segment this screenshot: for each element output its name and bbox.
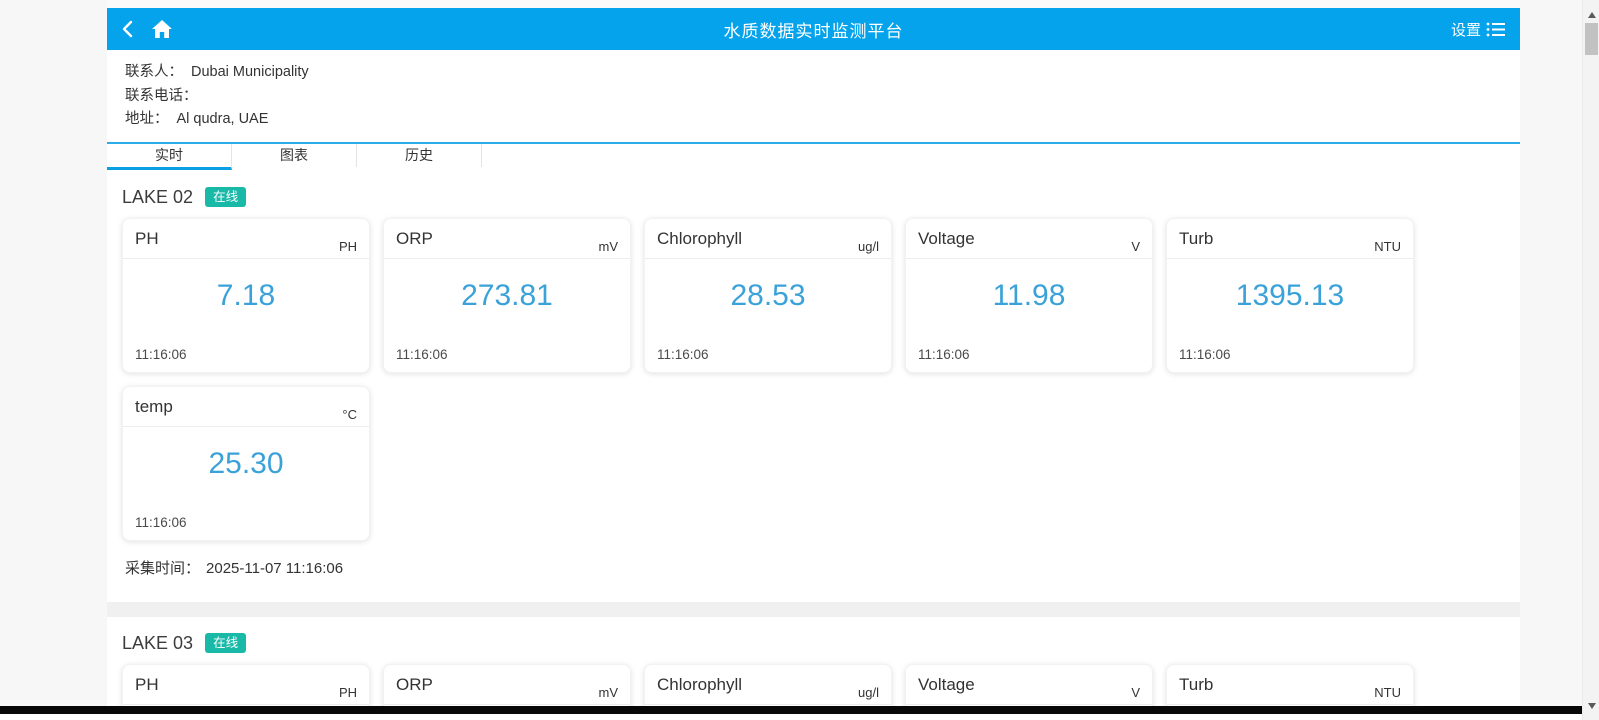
contact-value: Dubai Municipality bbox=[191, 64, 309, 80]
sensor-name: temp bbox=[135, 396, 173, 416]
sensor-value: 273.81 bbox=[461, 278, 553, 312]
scrollbar-thumb[interactable] bbox=[1585, 23, 1598, 55]
sensor-name: Voltage bbox=[918, 674, 975, 694]
app-container: 水质数据实时监测平台 设置 联系人： Dubai Municipality 联系… bbox=[107, 0, 1520, 720]
sensor-card-header: temp °C bbox=[123, 387, 369, 427]
bottom-edge bbox=[0, 714, 1582, 720]
sensor-unit: ug/l bbox=[858, 238, 879, 254]
station-name: LAKE 02 bbox=[122, 186, 194, 207]
sensor-card: Turb NTU 1395.13 11:16:06 bbox=[1166, 217, 1414, 373]
stations-list: LAKE 02 在线 PH PH 7.18 11:16:06 ORP mV 273.81 11:1… bbox=[107, 170, 1520, 720]
sensor-name: ORP bbox=[396, 674, 433, 694]
sensor-name: ORP bbox=[396, 228, 433, 248]
home-icon[interactable] bbox=[151, 19, 173, 39]
sensor-timestamp: 11:16:06 bbox=[918, 346, 970, 362]
sensor-value: 7.18 bbox=[216, 278, 276, 312]
sensor-card: temp °C 25.30 11:16:06 bbox=[122, 385, 370, 541]
phone-label: 联系电话： bbox=[125, 87, 198, 104]
scrollbar-down-arrow[interactable] bbox=[1583, 699, 1599, 713]
sensor-timestamp: 11:16:06 bbox=[135, 346, 187, 362]
vertical-scrollbar[interactable] bbox=[1582, 0, 1599, 720]
sensor-unit: V bbox=[1131, 238, 1140, 254]
sensor-unit: °C bbox=[342, 406, 357, 422]
tab-bar: 实时 图表 历史 bbox=[107, 143, 1520, 171]
sensor-card-header: Chlorophyll ug/l bbox=[645, 665, 891, 705]
sensor-card: Chlorophyll ug/l 28.53 11:16:06 bbox=[644, 217, 892, 373]
address-value: Al qudra, UAE bbox=[176, 111, 269, 127]
tab-realtime[interactable]: 实时 bbox=[107, 143, 232, 170]
sensor-name: Chlorophyll bbox=[657, 674, 743, 694]
sensor-value: 25.30 bbox=[208, 446, 284, 480]
contact-label: 联系人： bbox=[125, 64, 183, 80]
sensor-name: PH bbox=[135, 228, 159, 248]
sensor-unit: PH bbox=[338, 684, 357, 700]
sensor-timestamp: 11:16:06 bbox=[135, 514, 187, 530]
sensor-card: ORP mV 273.81 11:16:06 bbox=[383, 217, 631, 373]
sensor-card-header: Voltage V bbox=[906, 665, 1152, 705]
collect-time-label: 采集时间： bbox=[125, 559, 201, 577]
sensor-unit: NTU bbox=[1374, 238, 1401, 254]
section-gap bbox=[107, 601, 1520, 617]
settings-label: 设置 bbox=[1450, 21, 1481, 39]
station-name: LAKE 03 bbox=[122, 632, 194, 653]
address-label: 地址： bbox=[125, 111, 169, 127]
sensor-card: PH PH 7.18 11:16:06 bbox=[122, 217, 370, 373]
page-title: 水质数据实时监测平台 bbox=[723, 21, 904, 41]
sensor-timestamp: 11:16:06 bbox=[1179, 346, 1231, 362]
online-status-badge: 在线 bbox=[205, 632, 247, 654]
address-row: 地址： Al qudra, UAE bbox=[125, 108, 1502, 132]
sensor-card-header: ORP mV bbox=[384, 219, 630, 259]
sensor-value: 1395.13 bbox=[1235, 278, 1345, 312]
back-icon[interactable] bbox=[119, 19, 137, 39]
station-section: LAKE 02 在线 PH PH 7.18 11:16:06 ORP mV 273.81 11:1… bbox=[107, 170, 1520, 602]
sensor-name: Chlorophyll bbox=[657, 228, 743, 248]
sensor-name: Turb bbox=[1179, 228, 1214, 248]
tab-chart[interactable]: 图表 bbox=[232, 143, 357, 167]
sensor-timestamp: 11:16:06 bbox=[657, 346, 709, 362]
settings-button[interactable]: 设置 bbox=[1451, 8, 1506, 50]
station-section: LAKE 03 在线 PH PH ORP mV Chlorophyll ug/l Voltage… bbox=[107, 616, 1520, 720]
sensor-unit: mV bbox=[598, 684, 619, 700]
collect-time-row: 采集时间： 2025-11-07 11:16:06 bbox=[122, 557, 1505, 578]
bottom-bar bbox=[0, 706, 1582, 714]
scrollbar-up-arrow[interactable] bbox=[1583, 8, 1599, 22]
top-header-bar: 水质数据实时监测平台 设置 bbox=[107, 8, 1520, 50]
sensor-value: 11.98 bbox=[992, 278, 1066, 312]
sensor-timestamp: 11:16:06 bbox=[396, 346, 448, 362]
phone-row: 联系电话： bbox=[125, 85, 1502, 109]
tab-history[interactable]: 历史 bbox=[357, 143, 482, 167]
sensor-card-header: Turb NTU bbox=[1167, 665, 1413, 705]
menu-list-icon bbox=[1486, 21, 1506, 38]
sensor-value: 28.53 bbox=[730, 278, 806, 312]
header-left-icons bbox=[119, 8, 173, 50]
sensor-card-header: Voltage V bbox=[906, 219, 1152, 259]
top-gap bbox=[107, 0, 1520, 8]
contact-row: 联系人： Dubai Municipality bbox=[125, 61, 1502, 85]
station-header: LAKE 02 在线 bbox=[122, 187, 1505, 208]
collect-time-value: 2025-11-07 11:16:06 bbox=[206, 559, 344, 577]
sensor-cards-grid: PH PH 7.18 11:16:06 ORP mV 273.81 11:16:06 Chlor… bbox=[122, 217, 1505, 541]
sensor-name: Voltage bbox=[918, 228, 975, 248]
sensor-card-header: ORP mV bbox=[384, 665, 630, 705]
sensor-unit: NTU bbox=[1374, 684, 1401, 700]
station-header: LAKE 03 在线 bbox=[122, 633, 1505, 654]
sensor-unit: V bbox=[1131, 684, 1140, 700]
sensor-unit: mV bbox=[598, 238, 619, 254]
sensor-unit: ug/l bbox=[858, 684, 879, 700]
sensor-name: Turb bbox=[1179, 674, 1214, 694]
sensor-card: Voltage V 11.98 11:16:06 bbox=[905, 217, 1153, 373]
online-status-badge: 在线 bbox=[205, 186, 247, 208]
contact-info-panel: 联系人： Dubai Municipality 联系电话： 地址： Al qud… bbox=[107, 50, 1520, 142]
sensor-card-header: Chlorophyll ug/l bbox=[645, 219, 891, 259]
sensor-name: PH bbox=[135, 674, 159, 694]
sensor-unit: PH bbox=[338, 238, 357, 254]
sensor-card-header: Turb NTU bbox=[1167, 219, 1413, 259]
sensor-card-header: PH PH bbox=[123, 665, 369, 705]
sensor-card-header: PH PH bbox=[123, 219, 369, 259]
